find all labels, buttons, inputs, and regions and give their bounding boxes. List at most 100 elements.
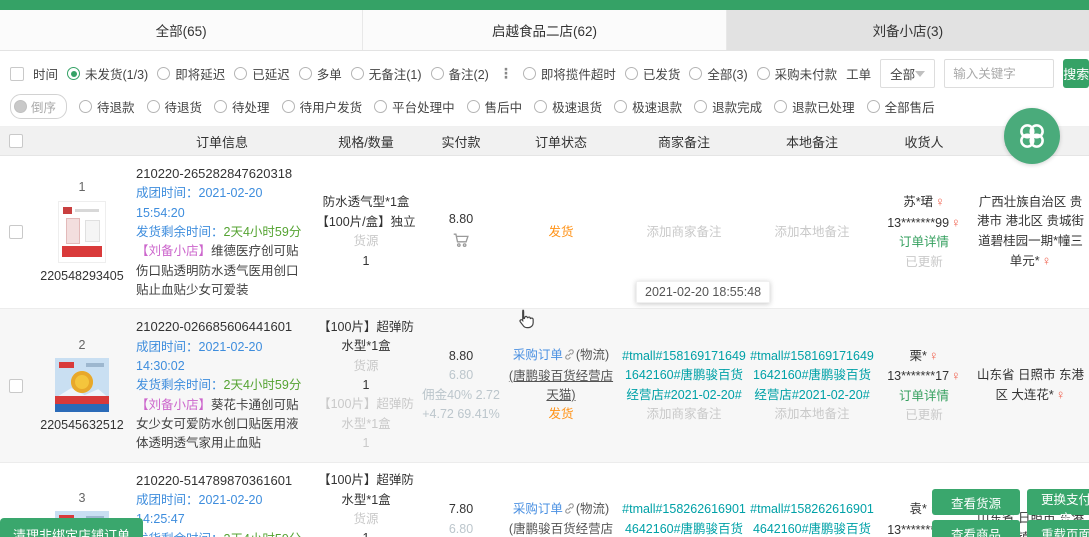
radio-fast-refund[interactable]: 极速退款 [614,97,682,116]
radio-process-pending[interactable]: 待处理 [214,97,270,116]
radio-label: 即将揽件超时 [541,64,616,83]
order-row: 3 220545632512 210220-514789870361601 成团… [0,463,1089,537]
row-checkbox[interactable] [9,225,23,239]
radio-label: 无备注(1) [369,64,422,83]
radio-refund-pending[interactable]: 待退款 [79,97,135,116]
add-merchant-note-link[interactable]: 添加商家备注 [646,223,721,242]
spec-cell: 【100片】超弹防水型*1盒 货源 1 【100片】超弹防水型*1盒 1 [312,309,420,461]
ship-status[interactable]: 发货 [548,405,573,424]
map-pin-icon[interactable]: ♀ [929,348,939,363]
ship-remaining-time: 发货剩余时间：2天4小时59分 [136,530,301,537]
merchant-note-cell: #tmall#1581691716491642160#唐鹏骏百货经营店#2021… [620,309,748,461]
sort-reverse-toggle[interactable]: 倒序 [10,94,67,119]
radio-label: 全部售后 [885,97,935,116]
add-merchant-note-link[interactable]: 添加商家备注 [646,405,721,424]
map-pin-icon[interactable]: ♀ [1056,387,1066,402]
address-text: 山东省 日照市 东港区 大连花*♀ [974,366,1087,406]
radio-label: 已延迟 [252,64,290,83]
radio-all-orders[interactable]: 全部(3) [689,64,747,83]
radio-refund-processed[interactable]: 退款已处理 [774,97,855,116]
product-image[interactable] [58,201,106,263]
radio-label: 退款完成 [712,97,762,116]
purchase-order-link[interactable]: 采购订单 [513,502,563,516]
plugin-float-button[interactable] [1004,108,1060,164]
spec-text: 【100片】超弹防水型*1盒 [314,471,418,510]
radio-shipped[interactable]: 已发货 [625,64,681,83]
local-note-text[interactable]: #tmall#1581691716491642160#唐鹏骏百货经营店#2021… [750,347,874,405]
tab-all-stores[interactable]: 全部(65) [0,10,363,50]
reload-page-button[interactable]: 重载页面 [1027,520,1089,537]
map-pin-icon[interactable]: ♀ [951,215,961,230]
time-checkbox[interactable] [10,67,24,81]
tab-store-liubei[interactable]: 刘备小店(3) [727,10,1089,50]
merchant-note-text[interactable]: #tmall#1581691716491642160#唐鹏骏百货经营店#2021… [622,347,746,405]
purchase-order-link[interactable]: 采购订单 [513,348,563,362]
store-tabs: 全部(65) 启越食品二店(62) 刘备小店(3) [0,10,1089,51]
radio-user-ship-pending[interactable]: 待用户发货 [282,97,363,116]
map-pin-icon[interactable]: ♀ [935,194,945,209]
search-button[interactable]: 搜索 [1063,59,1089,88]
order-detail-link[interactable]: 订单详情 [899,387,949,406]
logistics-link[interactable]: (物流) [576,348,609,362]
radio-soon-delayed[interactable]: 即将延迟 [157,64,225,83]
more-filters-icon[interactable]: ⋮ [498,65,514,82]
group-time: 成团时间：2021-02-20 14:30:02 [136,338,310,377]
radio-aftersale-in-progress[interactable]: 售后中 [467,97,523,116]
radio-multi-order[interactable]: 多单 [299,64,342,83]
header-order-info: 订单信息 [132,132,312,151]
header-local-note: 本地备注 [748,132,876,151]
radio-dot [234,67,247,80]
radio-pickup-timeout[interactable]: 即将揽件超时 [523,64,616,83]
add-local-note-link[interactable]: 添加本地备注 [774,223,849,242]
radio-label: 待退款 [97,97,135,116]
order-detail-link[interactable]: 订单详情 [899,233,949,252]
radio-return-pending[interactable]: 待退货 [147,97,203,116]
radio-label: 待退货 [165,97,203,116]
radio-noted[interactable]: 备注(2) [431,64,489,83]
keyword-input[interactable] [944,59,1054,88]
logistics-link[interactable]: (物流) [576,502,609,516]
radio-fast-return[interactable]: 极速退货 [534,97,602,116]
view-product-button[interactable]: 查看商品 [932,520,1020,537]
map-pin-icon[interactable]: ♀ [951,368,961,383]
radio-dot [757,67,770,80]
row-index: 3 [79,489,86,508]
radio-unshipped[interactable]: 未发货(1/3) [67,64,148,83]
radio-dot [625,67,638,80]
paid-cell: 7.80 6.80 佣金40% 2.72 +3.72 54.71% [420,463,502,537]
chevron-down-icon [915,71,925,77]
row-index: 2 [79,336,86,355]
link-icon [564,347,575,366]
radio-all-aftersale[interactable]: 全部售后 [867,97,935,116]
tab-store-qiyue[interactable]: 启越食品二店(62) [363,10,726,50]
header-merchant-note: 商家备注 [620,132,748,151]
merchant-note-text[interactable]: #tmall#1582626169014642160#唐鹏骏百货经营店#2021… [622,500,746,537]
store-select[interactable]: 全部 [880,59,935,88]
local-note-text[interactable]: #tmall#1582626169014642160#唐鹏骏百货经营店#2021… [750,500,874,537]
clean-unbound-orders-button[interactable]: 清理非绑定店铺订单 [0,518,143,537]
product-image[interactable] [55,358,109,412]
spec-text: 防水透气型*1盒【100片/盒】独立 [314,193,418,232]
view-source-button[interactable]: 查看货源 [932,489,1020,515]
radio-platform-processing[interactable]: 平台处理中 [374,97,455,116]
ship-remaining-time: 发货剩余时间：2天4小时59分 [136,376,301,395]
change-alipay-button[interactable]: 更换支付宝 [1027,489,1089,515]
ship-status[interactable]: 发货 [548,223,573,242]
radio-no-note[interactable]: 无备注(1) [351,64,422,83]
work-order-label[interactable]: 工单 [846,64,871,83]
merchant-note-cell: #tmall#1582626169014642160#唐鹏骏百货经营店#2021… [620,463,748,537]
row-checkbox[interactable] [9,379,23,393]
radio-label: 退款已处理 [792,97,855,116]
radio-refund-done[interactable]: 退款完成 [694,97,762,116]
purchase-shop-link[interactable]: (唐鹏骏百货经营店 天猫) [504,367,618,406]
select-all-checkbox[interactable] [9,134,23,148]
add-local-note-link[interactable]: 添加本地备注 [774,405,849,424]
radio-label: 未发货(1/3) [85,64,148,83]
map-pin-icon[interactable]: ♀ [1042,253,1052,268]
receiver-phone: 13*******17♀ [887,366,961,386]
radio-purchase-unpaid[interactable]: 采购未付款 [757,64,838,83]
purchase-shop-link[interactable]: (唐鹏骏百货经营店 天猫) [504,520,618,537]
purchase-cart-icon[interactable] [452,232,470,254]
status-cell: 采购订单(物流) (唐鹏骏百货经营店 天猫) 发货 [502,463,620,537]
radio-delayed[interactable]: 已延迟 [234,64,290,83]
